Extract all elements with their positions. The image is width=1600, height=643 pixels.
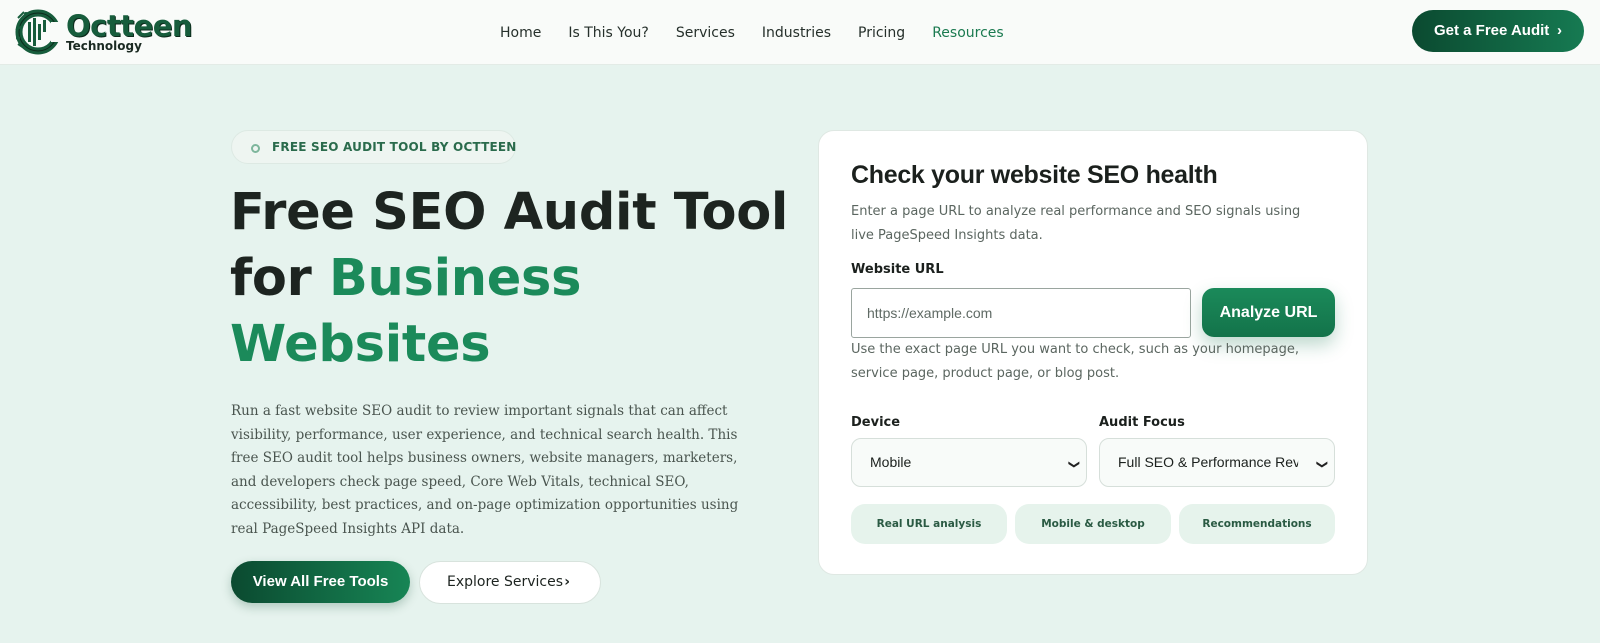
device-select[interactable]: Mobile ❯ [851, 438, 1087, 487]
brand-subtitle: Technology [66, 39, 142, 53]
chevron-right-icon: › [1557, 22, 1562, 39]
feature-pill-mobile-desktop: Mobile & desktop [1015, 504, 1171, 544]
nav-link-home[interactable]: Home [500, 22, 541, 44]
hero-badge: FREE SEO AUDIT TOOL BY OCTTEEN [231, 130, 516, 164]
seo-audit-card: Check your website SEO health Enter a pa… [818, 130, 1368, 575]
nav-link-industries[interactable]: Industries [762, 22, 831, 44]
main-menu: Home Is This You? Services Industries Pr… [500, 22, 1031, 44]
explore-services-label: Explore Services [447, 574, 564, 590]
audit-focus-select[interactable]: Full SEO & Performance Review ❯ [1099, 438, 1335, 487]
hero-title-line1: Free SEO Audit Tool [230, 183, 789, 242]
chevron-down-icon: ❯ [1297, 455, 1334, 470]
badge-text: FREE SEO AUDIT TOOL BY OCTTEEN [272, 140, 517, 154]
card-subtitle: Enter a page URL to analyze real perform… [851, 204, 1301, 243]
hero-title-highlight-1: Business [328, 249, 582, 308]
url-hint-text: Use the exact page URL you want to check… [851, 342, 1300, 381]
explore-services-button[interactable]: Explore Services › [419, 561, 601, 604]
chevron-right-icon: › [564, 574, 570, 590]
nav-link-pricing[interactable]: Pricing [858, 22, 905, 44]
hero-title: Free SEO Audit Tool for Business Website… [230, 180, 790, 378]
hero-title-highlight-2: Websites [230, 315, 491, 374]
badge-dot-icon [251, 144, 260, 153]
audit-focus-label: Audit Focus [1099, 415, 1185, 430]
nav-link-services[interactable]: Services [676, 22, 735, 44]
card-title: Check your website SEO health [851, 161, 1218, 189]
top-navbar: Octteen Technology Home Is This You? Ser… [0, 0, 1600, 65]
feature-pill-real-url: Real URL analysis [851, 504, 1007, 544]
brand-name: Octteen [66, 9, 193, 43]
hero-description: Run a fast website SEO audit to review i… [231, 403, 739, 537]
hero-title-for: for [230, 249, 329, 308]
device-select-value: Mobile [870, 454, 912, 470]
view-all-free-tools-button[interactable]: View All Free Tools [231, 561, 410, 603]
get-free-audit-label: Get a Free Audit [1434, 22, 1550, 39]
brand-logo[interactable]: Octteen Technology [14, 8, 204, 58]
octteen-logo-icon [15, 9, 61, 55]
feature-pill-recommendations: Recommendations [1179, 504, 1335, 544]
get-free-audit-button[interactable]: Get a Free Audit › [1412, 10, 1584, 52]
nav-link-is-this-you[interactable]: Is This You? [568, 22, 649, 44]
nav-link-resources[interactable]: Resources [932, 22, 1004, 44]
audit-focus-select-value: Full SEO & Performance Review [1118, 454, 1322, 470]
analyze-url-button[interactable]: Analyze URL [1202, 288, 1335, 337]
device-label: Device [851, 415, 901, 430]
chevron-down-icon: ❯ [1049, 455, 1086, 470]
website-url-label: Website URL [851, 262, 944, 277]
website-url-input[interactable]: https://example.com [851, 288, 1191, 338]
